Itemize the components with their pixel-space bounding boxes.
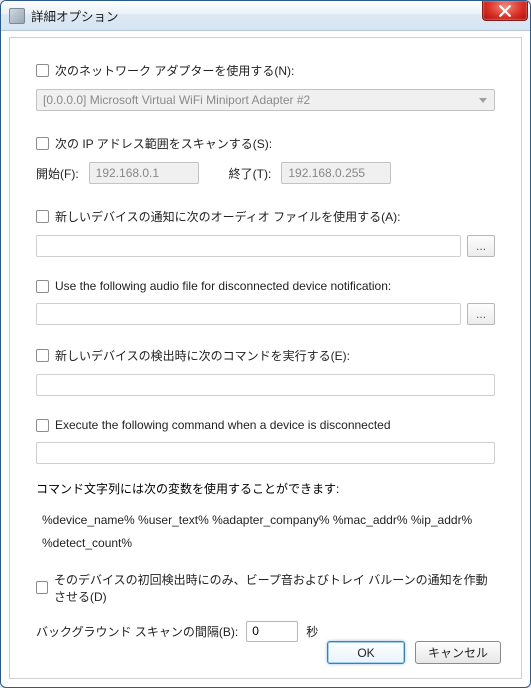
vars-line-2: %detect_count% xyxy=(42,532,489,555)
audio-disc-checkbox[interactable] xyxy=(36,280,49,293)
scan-iprange-checkbox[interactable] xyxy=(36,137,49,150)
ip-from-input[interactable]: 192.168.0.1 xyxy=(89,162,199,184)
audio-new-checkbox-row[interactable]: 新しいデバイスの通知に次のオーディオ ファイルを使用する(A): xyxy=(36,208,495,225)
vars-line-1: %device_name% %user_text% %adapter_compa… xyxy=(42,509,489,532)
cmd-new-label: 新しいデバイスの検出時に次のコマンドを実行する(E): xyxy=(55,347,350,364)
content-area: 次のネットワーク アダプターを使用する(N): [0.0.0.0] Micros… xyxy=(9,37,522,679)
close-icon xyxy=(499,5,511,17)
vars-intro: コマンド文字列には次の変数を使用することができます: xyxy=(36,480,495,497)
cmd-new-input[interactable] xyxy=(36,374,495,396)
titlebar: 詳細オプション xyxy=(1,1,530,31)
ok-button-label: OK xyxy=(357,646,374,660)
window-title: 詳細オプション xyxy=(31,6,119,25)
bgscan-input[interactable]: 0 xyxy=(246,621,298,642)
ip-from-label: 開始(F): xyxy=(36,165,79,182)
dialog-buttons: OK キャンセル xyxy=(327,641,501,664)
ip-to-value: 192.168.0.255 xyxy=(288,166,365,180)
audio-new-browse-button[interactable]: ... xyxy=(467,235,495,257)
bgscan-label: バックグラウンド スキャンの間隔(B): xyxy=(36,623,238,640)
use-adapter-checkbox-row[interactable]: 次のネットワーク アダプターを使用する(N): xyxy=(36,62,495,79)
iprange-row: 開始(F): 192.168.0.1 終了(T): 192.168.0.255 xyxy=(36,162,495,184)
use-adapter-label: 次のネットワーク アダプターを使用する(N): xyxy=(55,62,294,79)
adapter-select-value: [0.0.0.0] Microsoft Virtual WiFi Minipor… xyxy=(43,93,310,107)
use-adapter-checkbox[interactable] xyxy=(36,64,49,77)
cmd-new-checkbox[interactable] xyxy=(36,349,49,362)
audio-disc-label: Use the following audio file for disconn… xyxy=(55,279,391,293)
audio-new-path-input[interactable] xyxy=(36,235,461,257)
ip-to-input[interactable]: 192.168.0.255 xyxy=(281,162,391,184)
cancel-button-label: キャンセル xyxy=(428,644,488,661)
audio-new-browse-label: ... xyxy=(476,239,486,253)
cancel-button[interactable]: キャンセル xyxy=(415,641,501,664)
audio-disc-path-input[interactable] xyxy=(36,303,461,325)
audio-new-label: 新しいデバイスの通知に次のオーディオ ファイルを使用する(A): xyxy=(55,208,400,225)
bgscan-row: バックグラウンド スキャンの間隔(B): 0 秒 xyxy=(36,621,495,642)
audio-new-checkbox[interactable] xyxy=(36,210,49,223)
audio-disc-checkbox-row[interactable]: Use the following audio file for disconn… xyxy=(36,279,495,293)
app-icon xyxy=(9,8,25,24)
cmd-disc-checkbox[interactable] xyxy=(36,419,49,432)
scan-iprange-label: 次の IP アドレス範囲をスキャンする(S): xyxy=(55,135,272,152)
vars-list: %device_name% %user_text% %adapter_compa… xyxy=(42,509,489,555)
close-button[interactable] xyxy=(482,1,528,21)
first-detect-checkbox[interactable] xyxy=(36,581,48,594)
dialog-window: 詳細オプション 次のネットワーク アダプターを使用する(N): [0.0.0.0… xyxy=(0,0,531,688)
ip-to-label: 終了(T): xyxy=(229,165,272,182)
cmd-disc-input[interactable] xyxy=(36,442,495,464)
adapter-select[interactable]: [0.0.0.0] Microsoft Virtual WiFi Minipor… xyxy=(36,89,495,111)
first-detect-label: そのデバイスの初回検出時にのみ、ビープ音およびトレイ バルーンの通知を作動させる… xyxy=(54,571,495,605)
cmd-new-checkbox-row[interactable]: 新しいデバイスの検出時に次のコマンドを実行する(E): xyxy=(36,347,495,364)
first-detect-checkbox-row[interactable]: そのデバイスの初回検出時にのみ、ビープ音およびトレイ バルーンの通知を作動させる… xyxy=(36,571,495,605)
audio-disc-browse-button[interactable]: ... xyxy=(467,303,495,325)
bgscan-unit: 秒 xyxy=(306,623,318,640)
audio-disc-browse-label: ... xyxy=(476,307,486,321)
ip-from-value: 192.168.0.1 xyxy=(96,166,159,180)
cmd-disc-checkbox-row[interactable]: Execute the following command when a dev… xyxy=(36,418,495,432)
ok-button[interactable]: OK xyxy=(327,641,405,664)
bgscan-value: 0 xyxy=(252,624,259,638)
scan-iprange-checkbox-row[interactable]: 次の IP アドレス範囲をスキャンする(S): xyxy=(36,135,495,152)
cmd-disc-label: Execute the following command when a dev… xyxy=(55,418,391,432)
